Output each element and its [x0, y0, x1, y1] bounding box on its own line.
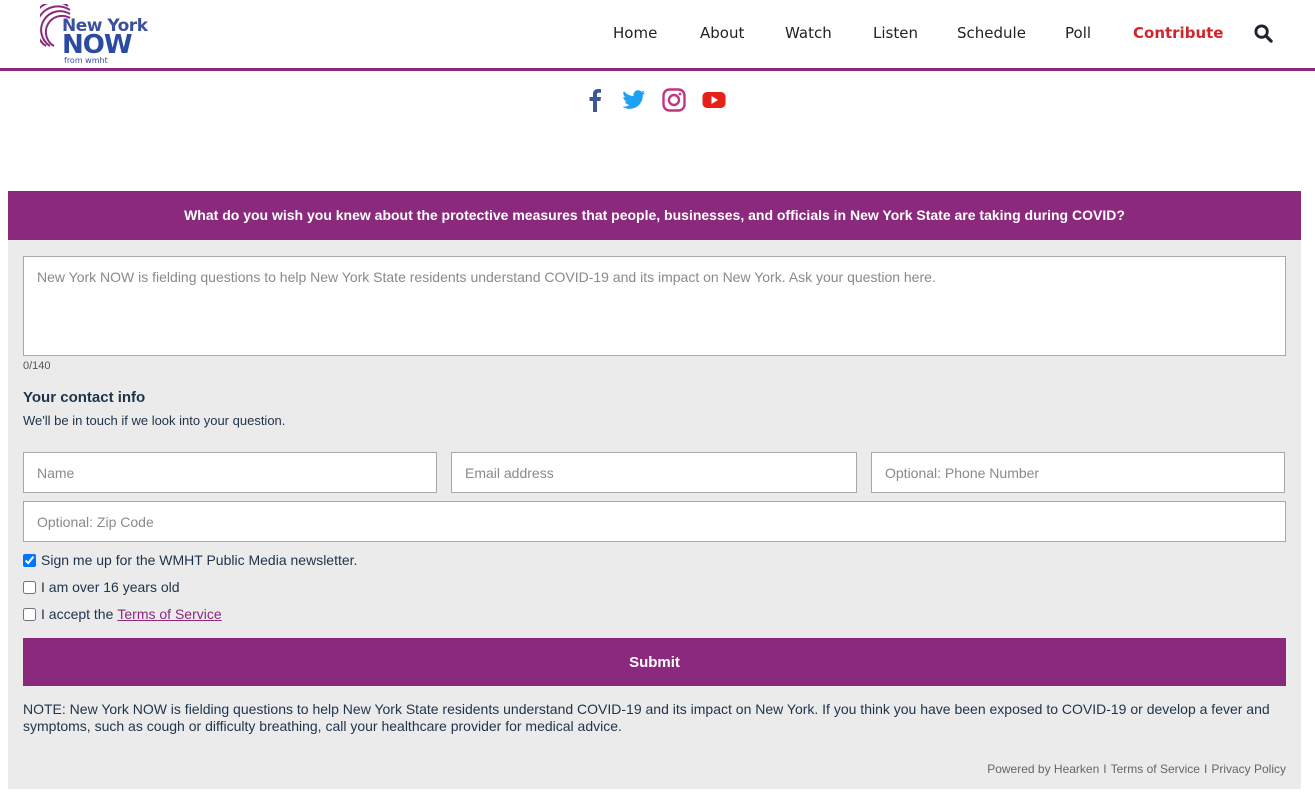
site-logo[interactable]: New York NOW from wmht — [40, 4, 150, 66]
footer-separator: I — [1103, 762, 1107, 776]
char-counter: 0/140 — [23, 360, 51, 372]
question-form: What do you wish you knew about the prot… — [8, 191, 1301, 789]
submit-button[interactable]: Submit — [23, 638, 1286, 686]
nav-poll[interactable]: Poll — [1065, 22, 1091, 44]
nav-home[interactable]: Home — [613, 22, 657, 44]
search-icon[interactable] — [1254, 24, 1273, 43]
nav-contribute[interactable]: Contribute — [1133, 22, 1223, 44]
age-checkbox[interactable] — [23, 580, 36, 594]
header-divider — [0, 68, 1315, 71]
terms-option[interactable]: I accept the Terms of Service — [23, 605, 222, 623]
form-footer-links: Powered by Hearken I Terms of Service I … — [987, 762, 1286, 776]
age-label: I am over 16 years old — [41, 579, 180, 595]
facebook-icon[interactable] — [582, 87, 608, 113]
name-field[interactable] — [23, 452, 437, 493]
zip-code-field[interactable] — [23, 501, 1286, 542]
logo-line-2: NOW — [62, 30, 133, 60]
terms-of-service-link[interactable]: Terms of Service — [117, 606, 221, 622]
nav-about[interactable]: About — [700, 22, 744, 44]
medical-note: NOTE: New York NOW is fielding questions… — [23, 701, 1270, 734]
age-option[interactable]: I am over 16 years old — [23, 578, 180, 596]
question-input[interactable] — [23, 256, 1286, 356]
powered-by-link[interactable]: Powered by Hearken — [987, 762, 1099, 776]
nav-listen[interactable]: Listen — [873, 22, 918, 44]
footer-terms-link[interactable]: Terms of Service — [1111, 762, 1200, 776]
youtube-icon[interactable] — [701, 87, 727, 113]
nav-schedule[interactable]: Schedule — [957, 22, 1026, 44]
newsletter-option[interactable]: Sign me up for the WMHT Public Media new… — [23, 551, 357, 569]
footer-separator: I — [1203, 762, 1208, 776]
footer-privacy-link[interactable]: Privacy Policy — [1211, 762, 1286, 776]
site-header: New York NOW from wmht Home About Watch … — [0, 0, 1315, 68]
terms-label: I accept the — [41, 606, 114, 622]
newsletter-label: Sign me up for the WMHT Public Media new… — [41, 552, 358, 568]
contact-info-title: Your contact info — [23, 389, 146, 406]
terms-checkbox[interactable] — [23, 607, 36, 621]
phone-field[interactable] — [871, 452, 1285, 493]
nav-watch[interactable]: Watch — [785, 22, 832, 44]
contact-info-subtitle: We'll be in touch if we look into your q… — [23, 413, 286, 428]
form-prompt-header: What do you wish you knew about the prot… — [8, 191, 1301, 240]
twitter-icon[interactable] — [621, 87, 647, 113]
newsletter-checkbox[interactable] — [23, 553, 36, 567]
email-field[interactable] — [451, 452, 857, 493]
logo-line-3: from wmht — [64, 56, 108, 65]
instagram-icon[interactable] — [661, 87, 687, 113]
